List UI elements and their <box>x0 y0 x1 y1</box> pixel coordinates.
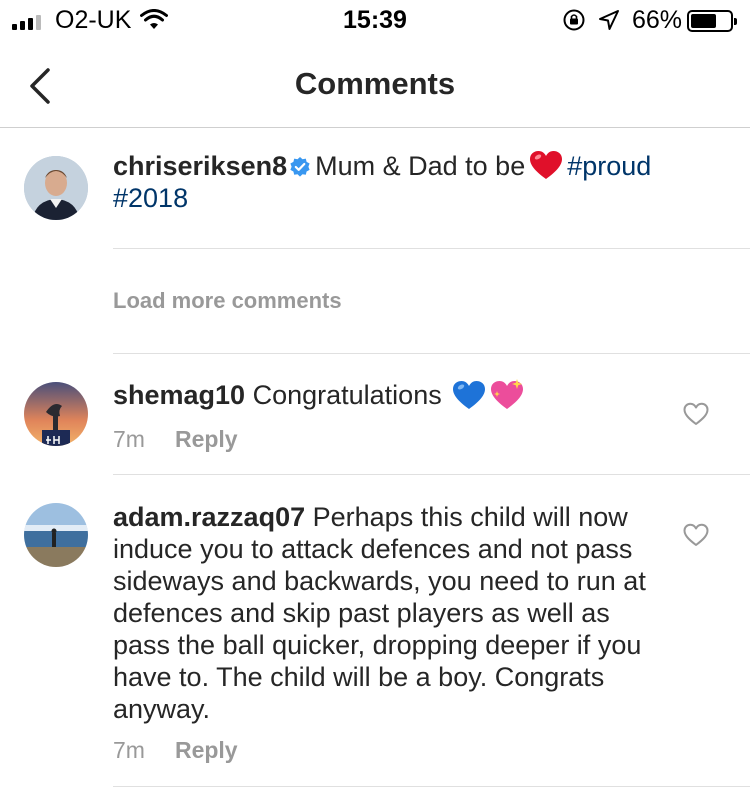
avatar[interactable] <box>24 503 88 567</box>
comment-item: adam.razzaq07 Perhaps this child will no… <box>0 475 750 796</box>
avatar-image <box>24 503 88 567</box>
comment-message: Perhaps this child will now induce you t… <box>113 502 646 724</box>
page-title: Comments <box>294 66 456 101</box>
nav-bar: Comments <box>0 42 750 128</box>
reply-button[interactable]: Reply <box>175 426 238 452</box>
avatar-image <box>24 156 88 220</box>
hashtag-2018[interactable]: #2018 <box>113 183 188 213</box>
caption-text: chriseriksen8 Mum & Dad to be #proud #20… <box>113 150 733 214</box>
comment-meta: 7m Reply <box>113 426 238 453</box>
battery-percentage: 66% <box>632 6 683 34</box>
red-heart-icon <box>530 151 563 179</box>
divider <box>113 786 750 787</box>
comment-username[interactable]: shemag10 <box>113 380 245 410</box>
post-caption: chriseriksen8 Mum & Dad to be #proud #20… <box>0 128 750 249</box>
blue-heart-icon <box>453 381 486 409</box>
status-bar: O2-UK 15:39 66% <box>0 0 750 42</box>
location-arrow-icon <box>599 10 619 30</box>
verified-badge-icon <box>290 157 310 177</box>
comment-time: 7m <box>113 426 145 452</box>
battery-icon <box>687 10 737 32</box>
reply-button[interactable]: Reply <box>175 737 238 763</box>
sparkling-heart-icon <box>491 379 524 409</box>
comment-meta: 7m Reply <box>113 737 238 764</box>
comment-text: shemag10 Congratulations <box>113 378 653 411</box>
caption-message: Mum & Dad to be <box>315 151 526 181</box>
caption-username[interactable]: chriseriksen8 <box>113 151 287 181</box>
comment-item: shemag10 Congratulations 7m Reply <box>0 354 750 474</box>
avatar[interactable] <box>24 156 88 220</box>
load-more-comments-button[interactable]: Load more comments <box>113 288 342 314</box>
hashtag-proud[interactable]: #proud <box>567 151 651 181</box>
rotation-lock-icon <box>563 9 585 31</box>
heart-outline-icon[interactable] <box>683 402 709 426</box>
divider <box>113 248 750 249</box>
comment-time: 7m <box>113 737 145 763</box>
heart-outline-icon[interactable] <box>683 523 709 547</box>
comment-text: adam.razzaq07 Perhaps this child will no… <box>113 501 673 725</box>
avatar[interactable] <box>24 382 88 446</box>
avatar-image <box>24 382 88 446</box>
comment-username[interactable]: adam.razzaq07 <box>113 502 305 532</box>
comment-message: Congratulations <box>252 380 442 410</box>
